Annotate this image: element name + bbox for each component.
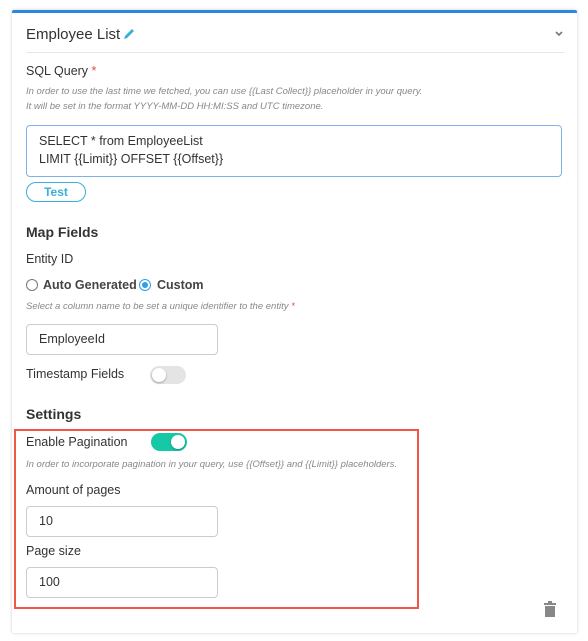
sql-hint-1: In order to use the last time we fetched…	[26, 86, 423, 97]
enable-pagination-label: Enable Pagination	[26, 435, 128, 449]
pencil-icon[interactable]	[122, 27, 136, 41]
column-hint: Select a column name to be set a unique …	[26, 301, 295, 312]
timestamp-toggle[interactable]	[150, 366, 186, 384]
timestamp-fields-label: Timestamp Fields	[26, 367, 125, 381]
sql-query-label: SQL Query *	[26, 64, 97, 78]
page-size-input[interactable]: 100	[26, 567, 218, 598]
card-title: Employee List	[26, 26, 121, 43]
divider	[26, 52, 564, 53]
entity-id-label: Entity ID	[26, 252, 74, 266]
radio-auto-generated[interactable]	[26, 279, 38, 291]
test-button[interactable]: Test	[26, 182, 86, 202]
amount-of-pages-label: Amount of pages	[26, 483, 121, 497]
map-fields-heading: Map Fields	[26, 224, 99, 240]
page-size-label: Page size	[26, 544, 81, 558]
amount-of-pages-input[interactable]: 10	[26, 506, 218, 537]
trash-icon[interactable]	[543, 601, 557, 617]
sql-query-input[interactable]	[26, 125, 562, 177]
auto-generated-label[interactable]: Auto Generated	[43, 278, 137, 292]
pagination-toggle[interactable]	[151, 433, 187, 451]
settings-heading: Settings	[26, 406, 82, 422]
chevron-down-icon[interactable]	[554, 30, 564, 38]
radio-custom[interactable]	[139, 279, 151, 291]
entity-id-input[interactable]: EmployeeId	[26, 324, 218, 355]
custom-label[interactable]: Custom	[157, 278, 204, 292]
sql-hint-2: It will be set in the format YYYY-MM-DD …	[26, 101, 324, 112]
pagination-hint: In order to incorporate pagination in yo…	[26, 459, 398, 470]
